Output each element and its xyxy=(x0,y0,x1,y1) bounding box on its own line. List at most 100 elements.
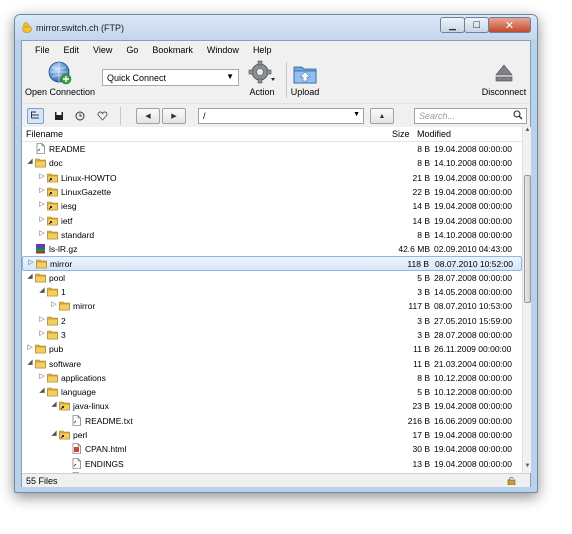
folder-icon xyxy=(35,343,46,354)
file-row[interactable]: ◢ pool 5 B 28.07.2008 00:00:00 xyxy=(22,271,522,285)
path-combobox[interactable]: / ▼ xyxy=(198,108,364,124)
parent-directory-button[interactable]: ▲ xyxy=(370,108,394,124)
gear-icon xyxy=(248,60,275,84)
expanded-triangle-icon[interactable]: ◢ xyxy=(26,358,34,366)
menu-go[interactable]: Go xyxy=(119,41,145,59)
menu-file[interactable]: File xyxy=(28,41,57,59)
menu-edit[interactable]: Edit xyxy=(57,41,87,59)
file-row[interactable]: ◢ java-linux 23 B 19.04.2008 00:00:00 xyxy=(22,399,522,413)
upload-button[interactable]: Upload xyxy=(288,60,322,97)
expanded-triangle-icon[interactable]: ◢ xyxy=(38,386,46,394)
file-row[interactable]: ◢ 1 3 B 14.05.2008 00:00:00 xyxy=(22,285,522,299)
scroll-up-arrow-icon[interactable]: ▲ xyxy=(523,127,532,137)
expanded-triangle-icon[interactable]: ◢ xyxy=(26,157,34,165)
menu-help[interactable]: Help xyxy=(246,41,279,59)
file-row[interactable]: ▷ pub 11 B 26.11.2009 00:00:00 xyxy=(22,342,522,356)
upload-folder-icon xyxy=(293,66,317,84)
expanded-triangle-icon[interactable]: ◢ xyxy=(26,272,34,280)
menu-view[interactable]: View xyxy=(86,41,119,59)
close-button[interactable]: ✕ xyxy=(488,17,531,33)
file-name: Linux-HOWTO xyxy=(61,172,117,183)
file-row[interactable]: ◢ software 11 B 21.03.2004 00:00:00 xyxy=(22,357,522,371)
file-size: 8 B xyxy=(417,229,430,240)
collapsed-triangle-icon[interactable]: ▷ xyxy=(27,258,35,266)
file-row[interactable]: ▷ applications 8 B 10.12.2008 00:00:00 xyxy=(22,371,522,385)
file-row[interactable]: ◢ doc 8 B 14.10.2008 00:00:00 xyxy=(22,156,522,170)
maximize-button[interactable]: ☐ xyxy=(464,17,489,33)
collapsed-triangle-icon[interactable]: ▷ xyxy=(26,343,34,351)
scroll-down-arrow-icon[interactable]: ▼ xyxy=(523,463,532,473)
collapsed-triangle-icon[interactable]: ▷ xyxy=(38,372,46,380)
expanded-triangle-icon[interactable]: ◢ xyxy=(50,400,58,408)
expanded-triangle-icon[interactable]: ◢ xyxy=(38,286,46,294)
file-row[interactable]: README.txt 216 B 16.06.2009 00:00:00 xyxy=(22,414,522,428)
minimize-button[interactable]: ▁ xyxy=(440,17,465,33)
file-row[interactable]: ▷ LinuxGazette 22 B 19.04.2008 00:00:00 xyxy=(22,185,522,199)
eject-icon xyxy=(495,64,513,82)
collapsed-triangle-icon[interactable]: ▷ xyxy=(38,329,46,337)
file-row[interactable]: ▷ ietf 14 B 19.04.2008 00:00:00 xyxy=(22,214,522,228)
search-icon xyxy=(513,110,523,120)
collapsed-triangle-icon[interactable]: ▷ xyxy=(50,300,58,308)
expanded-triangle-icon[interactable]: ◢ xyxy=(50,429,58,437)
collapsed-triangle-icon[interactable]: ▷ xyxy=(38,172,46,180)
vertical-scrollbar[interactable]: ▲ ▼ xyxy=(522,127,531,473)
bonjour-view-button[interactable] xyxy=(94,108,111,124)
modified-column-header[interactable]: Modified xyxy=(417,129,451,139)
collapsed-triangle-icon[interactable]: ▷ xyxy=(38,186,46,194)
folder-icon xyxy=(47,315,58,326)
file-name: ENDINGS xyxy=(85,458,124,469)
file-row[interactable]: CPAN.html 30 B 19.04.2008 00:00:00 xyxy=(22,442,522,456)
size-column-header[interactable]: Size xyxy=(392,129,410,139)
disconnect-button[interactable]: Disconnect xyxy=(478,60,530,97)
file-row[interactable]: ls-lR.gz 42.6 MB 02.09.2010 04:43:00 xyxy=(22,242,522,256)
collapsed-triangle-icon[interactable]: ▷ xyxy=(38,215,46,223)
dropdown-arrow-icon: ▼ xyxy=(353,111,360,118)
file-modified: 19.04.2008 00:00:00 xyxy=(434,458,512,469)
file-modified: 14.05.2008 00:00:00 xyxy=(434,287,512,297)
file-row[interactable]: ◢ perl 17 B 19.04.2008 00:00:00 xyxy=(22,428,522,442)
file-row[interactable]: ◢ language 5 B 10.12.2008 00:00:00 xyxy=(22,385,522,399)
file-row[interactable]: ▷ 2 3 B 27.05.2010 15:59:00 xyxy=(22,314,522,328)
browser-view-button[interactable] xyxy=(27,108,44,124)
folder-symlink-icon xyxy=(47,200,58,211)
file-name: ls-lR.gz xyxy=(49,244,78,255)
lock-icon xyxy=(507,476,516,485)
action-button[interactable]: Action xyxy=(242,60,282,97)
title-bar[interactable]: mirror.switch.ch (FTP) ▁ ☐ ✕ xyxy=(15,15,537,40)
file-row[interactable]: ▷ Linux-HOWTO 21 B 19.04.2008 00:00:00 xyxy=(22,171,522,185)
file-row[interactable]: ▷ 3 3 B 28.07.2008 00:00:00 xyxy=(22,328,522,342)
file-row[interactable]: README 8 B 19.04.2008 00:00:00 xyxy=(22,142,522,156)
bookmarks-view-button[interactable] xyxy=(50,108,67,124)
menu-bookmark[interactable]: Bookmark xyxy=(145,41,200,59)
open-connection-button[interactable]: Open Connection xyxy=(24,60,96,97)
folder-icon xyxy=(36,258,47,269)
collapsed-triangle-icon[interactable]: ▷ xyxy=(38,200,46,208)
file-row[interactable]: ▷ mirror 118 B 08.07.2010 10:52:00 xyxy=(22,256,522,271)
forward-button[interactable]: ▶ xyxy=(162,108,186,124)
file-modified: 19.04.2008 00:00:00 xyxy=(434,186,512,197)
menu-window[interactable]: Window xyxy=(200,41,246,59)
file-row[interactable]: ENDINGS 13 B 19.04.2008 00:00:00 xyxy=(22,457,522,471)
scrollbar-thumb[interactable] xyxy=(524,175,531,303)
file-size: 21 B xyxy=(412,172,431,183)
app-window: mirror.switch.ch (FTP) ▁ ☐ ✕ File Edit V… xyxy=(14,14,538,493)
collapsed-triangle-icon[interactable]: ▷ xyxy=(38,315,46,323)
file-name: ietf xyxy=(61,215,73,226)
nav-separator xyxy=(120,107,121,125)
collapsed-triangle-icon[interactable]: ▷ xyxy=(38,229,46,237)
file-row[interactable]: ▷ iesg 14 B 19.04.2008 00:00:00 xyxy=(22,199,522,213)
file-modified: 19.04.2008 00:00:00 xyxy=(434,172,512,183)
file-row[interactable]: ▷ mirror 117 B 08.07.2010 10:53:00 xyxy=(22,299,522,313)
filename-column-header[interactable]: Filename xyxy=(26,129,63,139)
file-size: 5 B xyxy=(417,387,430,398)
window-controls: ▁ ☐ ✕ xyxy=(440,17,531,33)
quick-connect-combobox[interactable]: Quick Connect ▼ xyxy=(102,69,239,86)
history-view-button[interactable] xyxy=(71,108,88,124)
file-size: 118 B xyxy=(407,259,429,270)
search-input[interactable]: Search... xyxy=(414,108,527,124)
file-row[interactable]: ▷ standard 8 B 14.10.2008 00:00:00 xyxy=(22,228,522,242)
file-name: language xyxy=(61,387,96,398)
back-button[interactable]: ◀ xyxy=(136,108,160,124)
file-size: 3 B xyxy=(417,287,430,297)
